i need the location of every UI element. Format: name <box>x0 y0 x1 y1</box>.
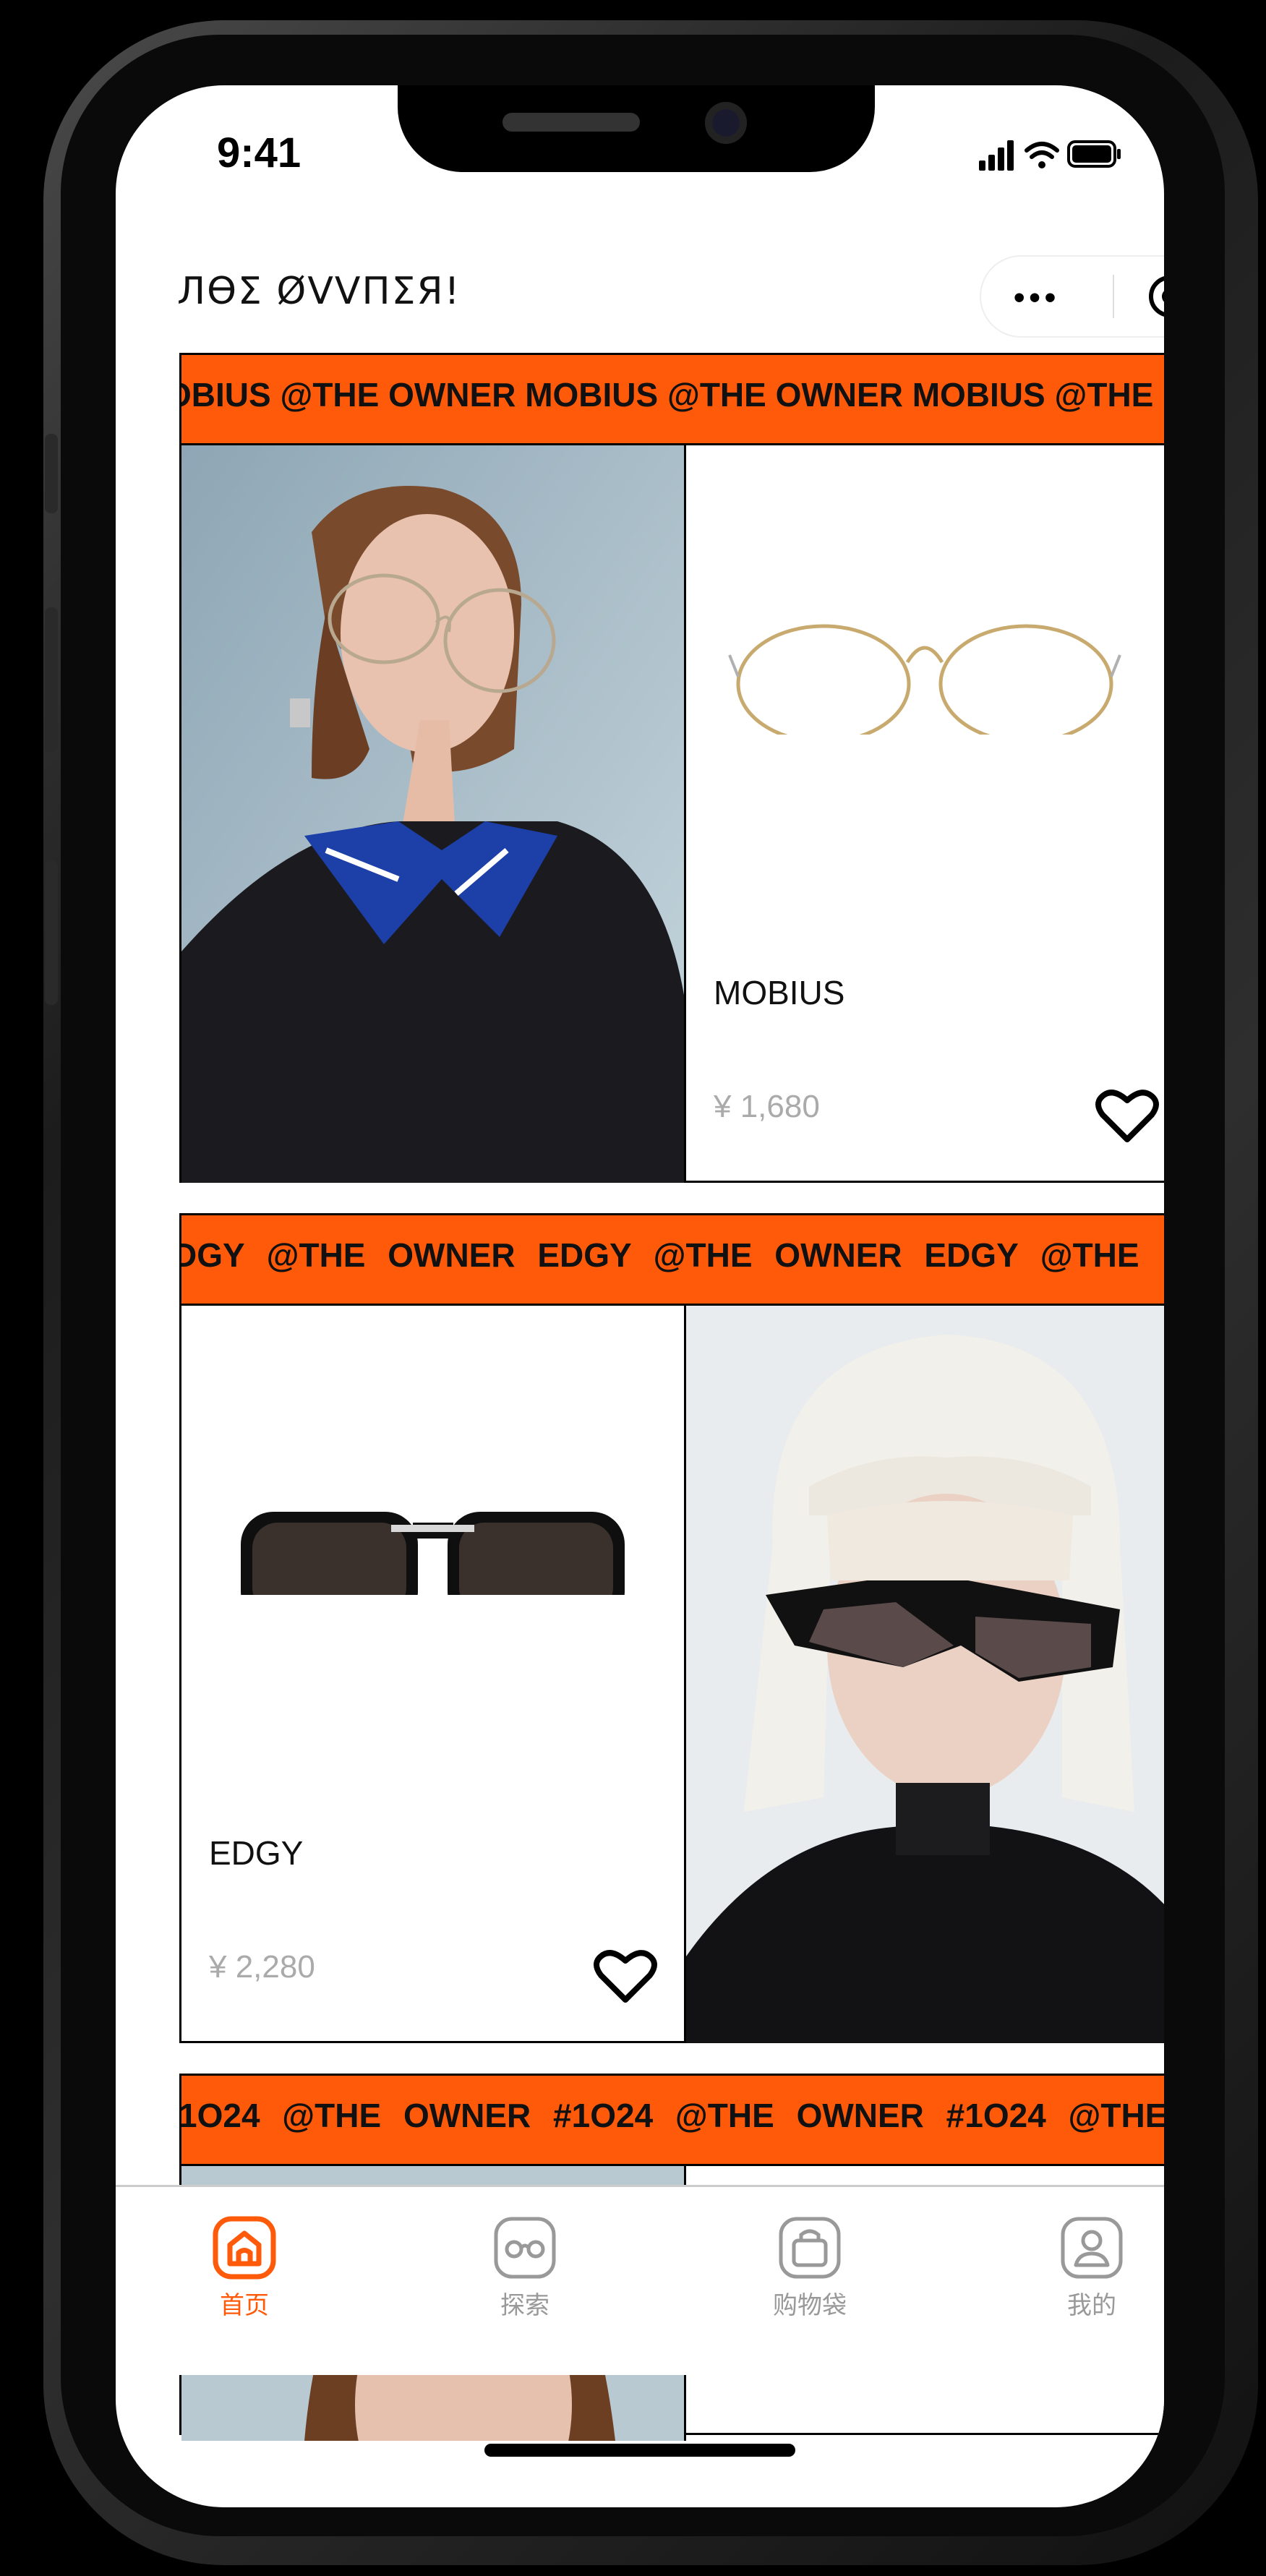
product-card-mobius[interactable]: OBIUS @THE OWNER MOBIUS @THE OWNER MOBIU… <box>179 353 1164 1183</box>
tab-label: 我的 <box>1067 2292 1116 2319</box>
side-button-volume-up <box>45 607 58 752</box>
banner-text: OBIUS @THE OWNER MOBIUS @THE OWNER MOBIU… <box>181 376 1154 414</box>
model-photo[interactable] <box>686 1306 1164 2043</box>
marquee-banner: DGY @THE OWNER EDGY @THE OWNER EDGY @THE <box>181 1215 1164 1306</box>
tab-bar: 首页 探索 购物袋 我的 <box>116 2185 1164 2375</box>
status-time: 9:41 <box>217 129 301 176</box>
speaker <box>502 113 640 132</box>
signal-icon <box>979 140 1014 171</box>
battery-icon <box>1067 140 1121 168</box>
mini-program-capsule: ••• <box>980 255 1164 338</box>
tab-label: 购物袋 <box>773 2292 847 2319</box>
banner-text: DGY @THE OWNER EDGY @THE OWNER EDGY @THE <box>181 1236 1139 1274</box>
user-icon <box>1061 2217 1123 2279</box>
heart-icon[interactable] <box>1095 1087 1159 1145</box>
product-name: EDGY <box>209 1834 304 1872</box>
capsule-divider <box>1113 275 1114 318</box>
product-image-edgy <box>241 1512 625 1595</box>
more-icon[interactable]: ••• <box>1014 280 1060 316</box>
product-panel[interactable]: MOBIUS ¥ 1,680 <box>686 445 1164 1183</box>
front-camera <box>705 102 747 144</box>
product-price: ¥ 2,280 <box>209 1949 315 1985</box>
home-icon <box>213 2216 276 2280</box>
screen: 9:41 ЛӨΣ ØVVПΣЯ! ••• OBIUS @THE OWNER MO… <box>116 85 1164 2507</box>
shopping-bag-icon <box>779 2217 841 2279</box>
wifi-icon <box>1025 142 1059 168</box>
model-photo[interactable] <box>181 445 686 1183</box>
tab-label: 探索 <box>500 2292 549 2319</box>
side-button-mute <box>45 434 58 513</box>
close-target-icon[interactable] <box>1146 273 1164 320</box>
glasses-icon <box>494 2217 556 2279</box>
tab-home[interactable]: 首页 <box>172 2213 317 2321</box>
home-indicator[interactable] <box>484 2444 795 2457</box>
heart-icon[interactable] <box>594 1948 657 2006</box>
side-button-volume-down <box>45 860 58 1005</box>
tab-label: 首页 <box>220 2292 269 2319</box>
product-price: ¥ 1,680 <box>714 1089 820 1124</box>
marquee-banner: 1O24 @THE OWNER #1O24 @THE OWNER #1O24 @… <box>181 2076 1164 2166</box>
tab-shopping-bag[interactable]: 购物袋 <box>737 2213 882 2321</box>
marquee-banner: OBIUS @THE OWNER MOBIUS @THE OWNER MOBIU… <box>181 355 1164 445</box>
model-photo-image <box>181 445 684 1183</box>
tab-explore[interactable]: 探索 <box>453 2213 597 2321</box>
product-image-mobius <box>728 624 1121 735</box>
nav-bar: ЛӨΣ ØVVПΣЯ! ••• <box>116 230 1164 346</box>
product-card-edgy[interactable]: DGY @THE OWNER EDGY @THE OWNER EDGY @THE… <box>179 1213 1164 2043</box>
product-name: MOBIUS <box>714 974 845 1011</box>
banner-text: 1O24 @THE OWNER #1O24 @THE OWNER #1O24 @… <box>181 2097 1164 2134</box>
model-photo-image <box>686 1306 1164 2043</box>
notch <box>398 85 875 172</box>
product-panel[interactable]: EDGY ¥ 2,280 <box>181 1306 686 2043</box>
brand-logo: ЛӨΣ ØVVПΣЯ! <box>177 270 461 313</box>
status-icons <box>979 140 1121 171</box>
tab-profile[interactable]: 我的 <box>1019 2213 1164 2321</box>
